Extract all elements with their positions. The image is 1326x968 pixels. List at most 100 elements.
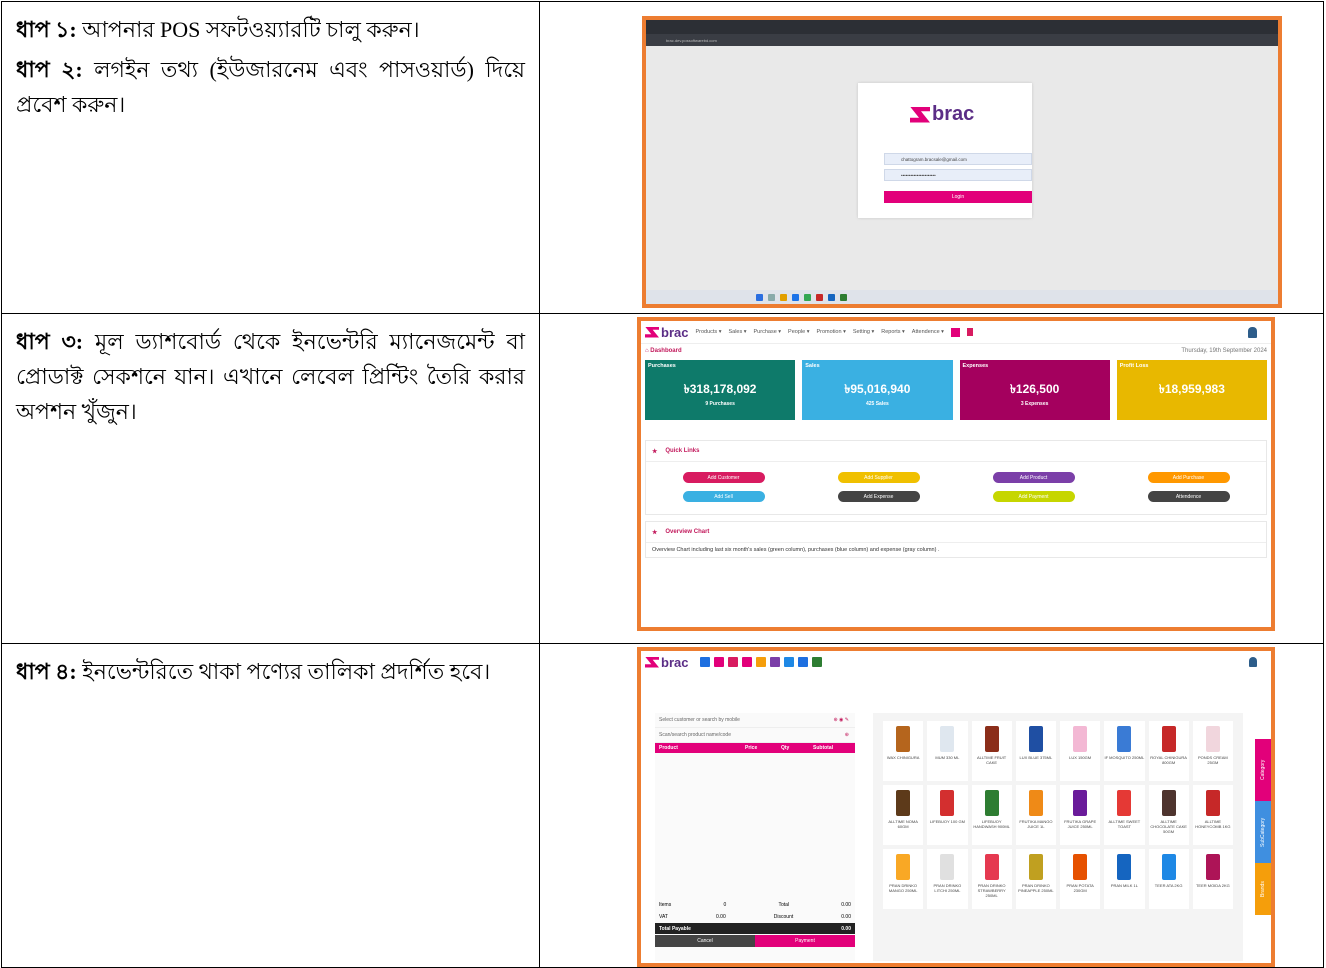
product-name: PRAN DRINKO LITCHI 250ML xyxy=(933,883,962,893)
menu-attendence[interactable]: Attendence ▾ xyxy=(912,329,944,335)
product-card[interactable]: PONDS CREAM 25GM xyxy=(1192,721,1233,781)
word-icon[interactable] xyxy=(828,293,835,301)
folder-icon[interactable] xyxy=(780,293,787,301)
product-card[interactable]: PRAN DRINKO MANGO 250ML xyxy=(883,849,924,909)
brac-logo: brac xyxy=(910,103,974,126)
product-card[interactable]: PRAN DRINKO PINEAPPLE 250ML xyxy=(1015,849,1056,909)
product-card[interactable]: ROYAL CHINIGURA 800GM xyxy=(1148,721,1189,781)
browser-tabbar xyxy=(646,20,1278,34)
product-card[interactable]: TEER ATA 2KG xyxy=(1148,849,1189,909)
product-card[interactable]: PRAN DRINKO LITCHI 250ML xyxy=(927,849,968,909)
product-search-input[interactable]: Scan/search product name/code ⊕ xyxy=(655,728,855,743)
product-card[interactable]: ALLTIME HONEYCOMB 1KG xyxy=(1192,785,1233,845)
purchases-tile[interactable]: Purchases ৳318,178,092 9 Purchases xyxy=(645,360,796,420)
add-product-button[interactable]: Add Product xyxy=(992,472,1075,483)
menu-people[interactable]: People ▾ xyxy=(788,329,809,335)
add-purchase-button[interactable]: Add Purchase xyxy=(1147,472,1230,483)
dollar-icon[interactable] xyxy=(728,657,739,667)
product-card[interactable]: ALLTIME CHOCOLATE CAKE 50GM xyxy=(1148,785,1189,845)
list-icon[interactable] xyxy=(714,657,725,667)
add-supplier-button[interactable]: Add Supplier xyxy=(837,472,920,483)
pos-topbar: brac xyxy=(641,651,1271,673)
cancel-button[interactable]: Cancel xyxy=(655,935,755,947)
chrome-icon[interactable] xyxy=(804,293,811,301)
product-card[interactable]: FRUTIKA MANGO JUICE 1L xyxy=(1015,785,1056,845)
email-field[interactable]: chattogram.bracsale@gmail.com xyxy=(884,153,1032,165)
dashboard-screenshot: brac Products ▾ Sales ▾ Purchase ▾ Peopl… xyxy=(637,317,1275,631)
product-card[interactable]: LIFEBUOY 100 GM xyxy=(927,785,968,845)
menu-reports[interactable]: Reports ▾ xyxy=(881,329,905,335)
category-tab[interactable]: Category xyxy=(1255,739,1271,801)
profit-loss-tile[interactable]: Profit Loss ৳18,959,983 xyxy=(1116,360,1267,420)
menu-setting[interactable]: Setting ▾ xyxy=(853,329,874,335)
menu-promotion[interactable]: Promotion ▾ xyxy=(816,329,845,335)
heart-icon[interactable] xyxy=(742,657,753,667)
product-card[interactable]: ALLTIME FRUIT CAKE xyxy=(971,721,1012,781)
product-card[interactable]: ALLTIME NOMA 60GM xyxy=(883,785,924,845)
product-card[interactable]: LUX 150GM xyxy=(1060,721,1101,781)
search-icon[interactable] xyxy=(768,293,775,301)
subcategory-tab[interactable]: SubCategory xyxy=(1255,801,1271,863)
menu-sales[interactable]: Sales ▾ xyxy=(728,329,746,335)
excel-icon[interactable] xyxy=(840,293,847,301)
box-icon[interactable] xyxy=(756,657,767,667)
edge-icon[interactable] xyxy=(792,293,799,301)
pos-icon[interactable] xyxy=(950,327,960,337)
user-avatar-icon[interactable] xyxy=(1248,326,1257,338)
customer-select[interactable]: Select customer or search by mobile ⊕ ◉ ✎ xyxy=(655,713,855,728)
product-name: FRUTIKA GRAPE JUICE 250ML xyxy=(1064,819,1097,829)
attendence-button[interactable]: Attendence xyxy=(1147,491,1230,502)
people-icon[interactable] xyxy=(770,657,781,667)
timer-icon[interactable] xyxy=(812,657,823,667)
screen-icon[interactable] xyxy=(700,657,711,667)
add-payment-button[interactable]: Add Payment xyxy=(992,491,1075,502)
doc-icon[interactable] xyxy=(798,657,809,667)
add-customer-button[interactable]: Add Customer xyxy=(682,472,765,483)
product-image-icon xyxy=(1161,790,1176,816)
user-avatar-icon[interactable] xyxy=(1249,657,1257,667)
app-icon[interactable] xyxy=(816,293,823,301)
product-image-icon xyxy=(1073,790,1088,816)
product-name: ALLTIME NOMA 60GM xyxy=(888,819,918,829)
product-image-icon xyxy=(1028,790,1043,816)
browser-address-bar: brac.dev.possoftwarebd.com xyxy=(646,34,1278,46)
product-card[interactable]: PRAN MILK 1L xyxy=(1104,849,1145,909)
dashboard-crumb[interactable]: ⌂ Dashboard xyxy=(645,348,682,354)
product-card[interactable]: TEER MOIDA 2KG xyxy=(1192,849,1233,909)
product-image-icon xyxy=(940,854,955,880)
calculator-icon[interactable] xyxy=(784,657,795,667)
menu-purchase[interactable]: Purchase ▾ xyxy=(754,329,782,335)
product-card[interactable]: MUM 330 ML xyxy=(927,721,968,781)
product-name: LUX 150GM xyxy=(1069,755,1092,760)
product-card[interactable]: PRAN POTATA 230GM xyxy=(1060,849,1101,909)
screenshot-cell-3: brac Select customer or search by mobile… xyxy=(539,643,1324,968)
product-name: FRUTIKA MANGO JUICE 1L xyxy=(1019,819,1053,829)
product-card[interactable]: LUX BLUE 375ML xyxy=(1015,721,1056,781)
product-name: IF MOSQUITO 250ML xyxy=(1104,755,1145,760)
expenses-tile[interactable]: Expenses ৳126,500 3 Expenses xyxy=(959,360,1110,420)
brands-tab[interactable]: Brands xyxy=(1255,863,1271,915)
payment-button[interactable]: Payment xyxy=(755,935,855,947)
product-image-icon xyxy=(1073,726,1088,752)
product-name: PRAN DRINKO PINEAPPLE 250ML xyxy=(1018,883,1054,893)
add-sell-button[interactable]: Add Sell xyxy=(682,491,765,502)
start-icon[interactable] xyxy=(756,293,763,301)
product-image-icon xyxy=(1161,726,1176,752)
menu-products[interactable]: Products ▾ xyxy=(695,329,721,335)
product-name: ALLTIME HONEYCOMB 1KG xyxy=(1195,819,1231,829)
login-button[interactable]: Login xyxy=(884,191,1032,203)
product-name: WAX CHINIGURA xyxy=(886,755,920,760)
product-card[interactable]: FRUTIKA GRAPE JUICE 250ML xyxy=(1060,785,1101,845)
calculator-icon[interactable] xyxy=(966,328,973,336)
add-expense-button[interactable]: Add Expense xyxy=(837,491,920,502)
product-card[interactable]: IF MOSQUITO 250ML xyxy=(1104,721,1145,781)
sales-tile[interactable]: Sales ৳95,016,940 425 Sales xyxy=(802,360,953,420)
overview-chart-note: Overview Chart including last six month'… xyxy=(652,547,940,553)
password-field[interactable]: •••••••••••••••••••••• xyxy=(884,169,1032,181)
login-page: brac chattogram.bracsale@gmail.com •••••… xyxy=(646,46,1278,290)
product-card[interactable]: LIFEBUOY HANDWASH 900ML xyxy=(971,785,1012,845)
product-card[interactable]: WAX CHINIGURA xyxy=(883,721,924,781)
product-card[interactable]: PRAN DRINKO STRAWBERRY 250ML xyxy=(971,849,1012,909)
product-card[interactable]: ALLTIME SWEET TOAST xyxy=(1104,785,1145,845)
product-name: PONDS CREAM 25GM xyxy=(1197,755,1228,765)
